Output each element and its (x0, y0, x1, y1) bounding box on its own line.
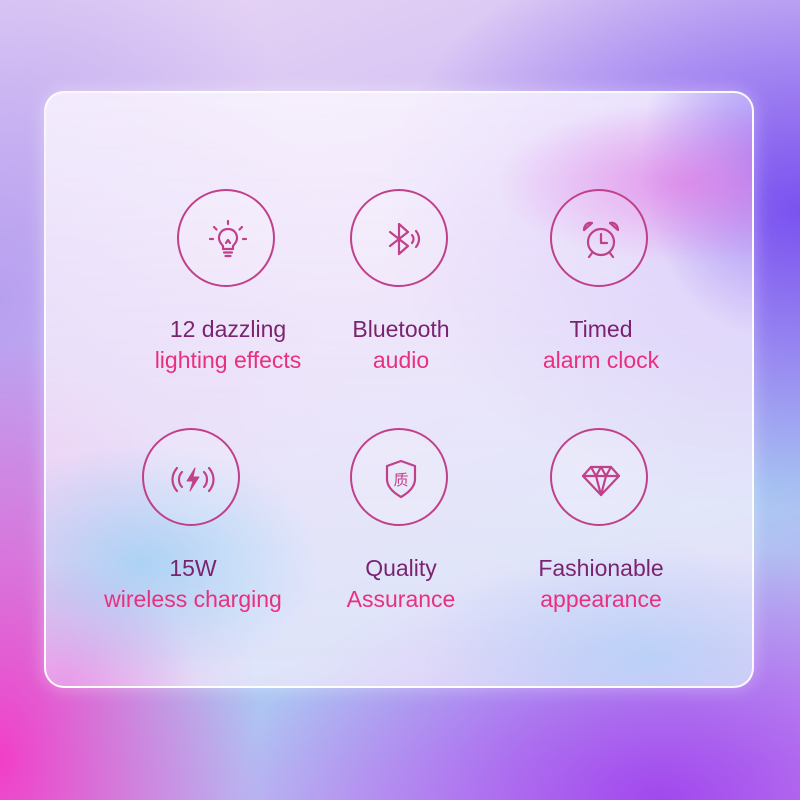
lightbulb-icon (208, 219, 248, 258)
feature-subtitle: appearance (540, 586, 662, 612)
alarm-clock-icon (582, 221, 620, 259)
diamond-icon (581, 465, 621, 497)
icon-circle (550, 189, 648, 287)
feature-title: 15W (169, 555, 217, 581)
quality-shield-icon: 质 (385, 459, 417, 499)
icon-circle: 质 (350, 428, 448, 526)
feature-subtitle: alarm clock (542, 347, 660, 373)
icon-circle (550, 428, 648, 526)
features-panel: 12 dazzling lighting effects Bluetooth a… (44, 91, 754, 688)
feature-subtitle: Assurance (346, 586, 456, 612)
feature-subtitle: wireless charging (104, 586, 282, 612)
wireless-charging-icon (171, 466, 215, 493)
feature-title: Quality (365, 555, 437, 581)
quality-glyph: 质 (393, 471, 408, 489)
icon-circle (350, 189, 448, 287)
icon-circle (142, 428, 240, 526)
feature-title: Bluetooth (352, 316, 450, 342)
feature-title: Timed (569, 316, 633, 342)
icon-circle (177, 189, 275, 287)
bluetooth-icon (388, 222, 421, 256)
feature-subtitle: audio (372, 347, 430, 373)
feature-title: Fashionable (538, 555, 664, 581)
